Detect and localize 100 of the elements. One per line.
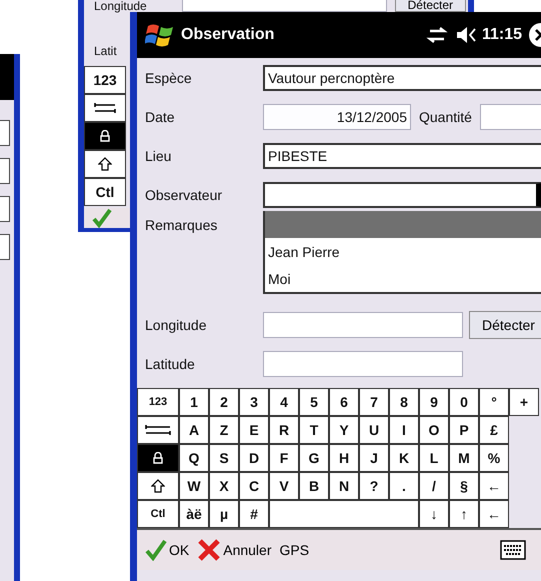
lock-icon <box>153 452 163 464</box>
keyboard-key[interactable]: D <box>239 444 269 472</box>
quantity-field[interactable] <box>480 104 541 130</box>
shift-arrow-icon <box>98 157 112 171</box>
keyboard-key[interactable]: . <box>389 472 419 500</box>
keyboard-key[interactable]: Y <box>329 416 359 444</box>
keyboard-key[interactable]: ← <box>479 472 509 500</box>
keyboard-key[interactable]: K <box>389 444 419 472</box>
keyboard-key[interactable]: ? <box>359 472 389 500</box>
cancel-button[interactable]: Annuler <box>195 539 274 561</box>
keyboard-key[interactable]: Q <box>179 444 209 472</box>
field-label: Latit <box>94 44 117 58</box>
keyboard-key[interactable]: + <box>509 388 539 416</box>
check-icon[interactable] <box>92 208 112 228</box>
field-label: Quantité <box>419 109 472 125</box>
tab-icon <box>145 424 171 436</box>
keyboard-key[interactable]: R <box>269 416 299 444</box>
check-icon <box>145 539 167 561</box>
dropdown-option[interactable]: Jean Pierre <box>265 238 541 265</box>
keyboard-key[interactable]: 123 <box>137 388 179 416</box>
species-dropdown[interactable]: Vautour percnoptère <box>263 65 541 91</box>
keyboard-key[interactable]: B <box>299 472 329 500</box>
keyboard-key[interactable]: F <box>269 444 299 472</box>
keyboard-icon[interactable] <box>500 540 526 560</box>
shift-key[interactable] <box>84 150 126 178</box>
clock-time: 11:15 <box>482 26 522 44</box>
keyboard-key[interactable]: S <box>209 444 239 472</box>
observer-dropdown[interactable] <box>263 182 541 208</box>
keyboard-key[interactable]: / <box>419 472 449 500</box>
detect-button[interactable]: Détecter <box>394 0 466 12</box>
keyboard-key[interactable]: 7 <box>359 388 389 416</box>
field-label: Longitude <box>145 317 208 333</box>
keyboard-key[interactable]: 123 <box>84 66 126 94</box>
field-label: Lieu <box>145 148 172 164</box>
keyboard-key[interactable]: L <box>419 444 449 472</box>
keyboard-key[interactable]: 5 <box>299 388 329 416</box>
keyboard-key[interactable]: ° <box>479 388 509 416</box>
input-field[interactable] <box>182 0 387 12</box>
place-dropdown[interactable]: PIBESTE <box>263 143 541 169</box>
keyboard-key[interactable]: A <box>179 416 209 444</box>
keyboard-key[interactable]: 8 <box>389 388 419 416</box>
window-title: Observation <box>181 26 276 44</box>
keyboard-key[interactable]: M <box>449 444 479 472</box>
keyboard-key[interactable]: P <box>449 416 479 444</box>
keyboard-key[interactable]: £ <box>479 416 509 444</box>
keyboard-key[interactable]: G <box>299 444 329 472</box>
tab-key[interactable] <box>137 416 179 444</box>
longitude-field[interactable] <box>263 312 463 338</box>
keyboard-key[interactable]: W <box>179 472 209 500</box>
keyboard-key[interactable]: 4 <box>269 388 299 416</box>
ok-button[interactable]: OK <box>143 539 192 561</box>
field-label: Remarques <box>145 216 218 235</box>
shift-key[interactable] <box>137 472 179 500</box>
field-label: Latitude <box>145 356 196 372</box>
keyboard-key[interactable]: 1 <box>179 388 209 416</box>
tab-key[interactable] <box>84 94 126 122</box>
date-field[interactable]: 13/12/2005 <box>263 104 411 130</box>
keyboard-key[interactable]: ← <box>479 500 509 528</box>
keyboard-key[interactable]: # <box>239 500 269 528</box>
field-label: Longitude <box>94 0 148 12</box>
keyboard-key[interactable]: 2 <box>209 388 239 416</box>
keyboard-key[interactable]: X <box>209 472 239 500</box>
keyboard-key[interactable]: E <box>239 416 269 444</box>
field-label: Observateur <box>145 187 224 203</box>
space-key[interactable] <box>269 500 419 528</box>
keyboard-key[interactable]: 3 <box>239 388 269 416</box>
field-label: Espèce <box>145 70 193 86</box>
field-label: Date <box>145 109 176 125</box>
keyboard-key[interactable]: 6 <box>329 388 359 416</box>
keyboard-key[interactable]: V <box>269 472 299 500</box>
detect-button[interactable]: Détecter <box>469 311 541 339</box>
keyboard-key[interactable]: J <box>359 444 389 472</box>
caps-lock-key[interactable] <box>137 444 179 472</box>
caps-lock-key[interactable] <box>84 122 126 150</box>
keyboard-key[interactable]: U <box>359 416 389 444</box>
connectivity-icon[interactable] <box>426 27 448 43</box>
gps-button[interactable]: GPS <box>278 542 312 558</box>
keyboard-key[interactable]: Ctl <box>137 500 179 528</box>
keyboard-key[interactable]: àë <box>179 500 209 528</box>
lock-icon <box>100 130 110 142</box>
keyboard-key[interactable]: ↑ <box>449 500 479 528</box>
dropdown-option[interactable]: Moi <box>265 265 541 292</box>
keyboard-key[interactable]: O <box>419 416 449 444</box>
keyboard-key[interactable]: T <box>299 416 329 444</box>
keyboard-key[interactable]: % <box>479 444 509 472</box>
keyboard-key[interactable]: C <box>239 472 269 500</box>
keyboard-key[interactable]: § <box>449 472 479 500</box>
keyboard-key[interactable]: 9 <box>419 388 449 416</box>
keyboard-key[interactable]: Z <box>209 416 239 444</box>
keyboard-key[interactable]: H <box>329 444 359 472</box>
keyboard-key[interactable]: ↓ <box>419 500 449 528</box>
keyboard-key[interactable]: I <box>389 416 419 444</box>
cross-icon <box>197 539 222 561</box>
shift-arrow-icon <box>151 479 165 493</box>
keyboard-key[interactable]: 0 <box>449 388 479 416</box>
latitude-field[interactable] <box>263 351 463 377</box>
keyboard-key[interactable]: µ <box>209 500 239 528</box>
speaker-icon[interactable] <box>456 26 478 44</box>
keyboard-key[interactable]: Ctl <box>84 178 126 206</box>
keyboard-key[interactable]: N <box>329 472 359 500</box>
